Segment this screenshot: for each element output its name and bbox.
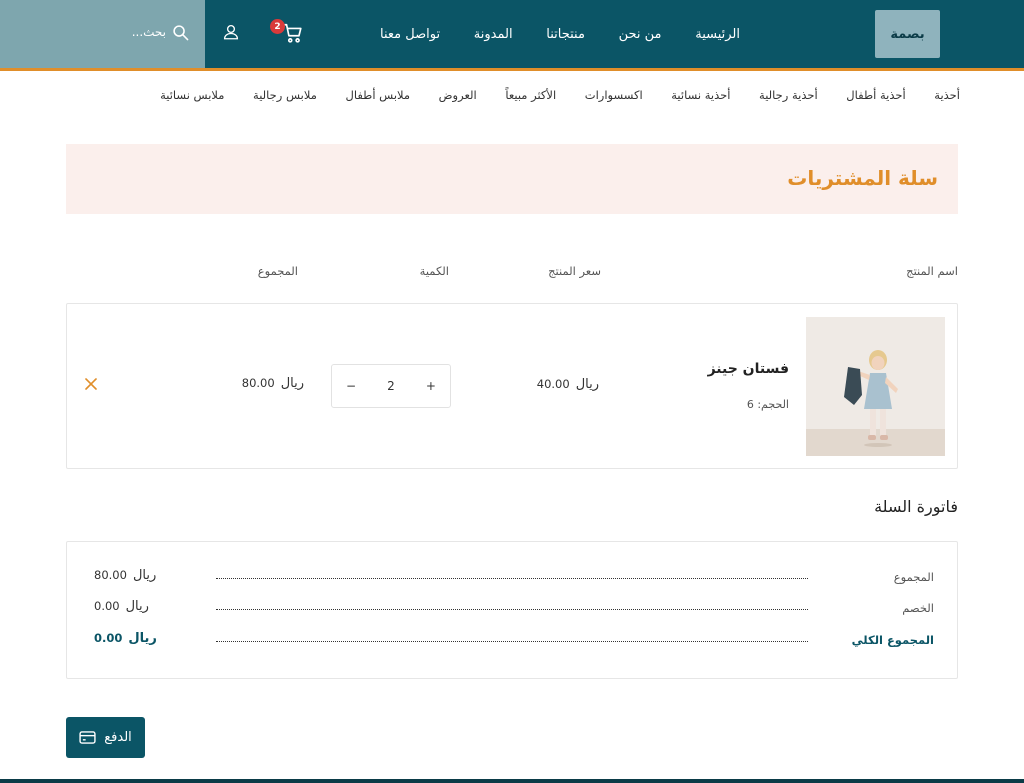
credit-card-icon (79, 731, 96, 744)
logo-button[interactable]: بصمة (875, 10, 940, 58)
dotted-divider (216, 641, 808, 642)
category-men-clothes[interactable]: ملابس رجالية (253, 88, 317, 108)
pay-button[interactable]: الدفع (66, 717, 145, 758)
invoice-value: ريال 0.00 (94, 599, 149, 614)
header-product-name: اسم المنتج (906, 264, 958, 278)
user-icon[interactable] (222, 23, 240, 41)
nav-home[interactable]: الرئيسية (695, 27, 740, 42)
header-product-price: سعر المنتج (548, 264, 601, 278)
invoice-value: ريال 80.00 (94, 568, 156, 583)
header-accent-stripe (0, 68, 1024, 71)
category-kids-clothes[interactable]: ملابس أطفال (345, 88, 410, 108)
dotted-divider (216, 578, 808, 579)
category-shoes[interactable]: أحذية (934, 88, 960, 108)
nav-blog[interactable]: المدونة (474, 27, 513, 42)
footer-edge (0, 779, 1024, 783)
invoice-value: ريال 0.00 (94, 631, 157, 646)
amount: 80.00 (94, 568, 127, 582)
header-total: المجموع (257, 264, 298, 278)
invoice-row-subtotal: المجموع ريال 80.00 (90, 568, 934, 588)
currency-label: ريال (132, 568, 157, 583)
page-title: سلة المشتريات (787, 166, 938, 190)
main-nav: الرئيسية من نحن منتجاتنا المدونة تواصل م… (380, 0, 740, 68)
quantity-value[interactable]: 2 (387, 379, 395, 393)
header-quantity: الكمية (419, 264, 449, 278)
category-men-shoes[interactable]: أحذية رجالية (759, 88, 818, 108)
nav-contact[interactable]: تواصل معنا (380, 27, 440, 42)
increase-button[interactable]: + (426, 379, 436, 393)
nav-products[interactable]: منتجاتنا (546, 27, 585, 42)
currency-label: ريال (125, 599, 149, 614)
currency-label: ريال (280, 376, 304, 391)
invoice-row-grand-total: المجموع الكلي ريال 0.00 (90, 631, 934, 651)
category-best-sellers[interactable]: الأكثر مبيعاً (505, 88, 556, 108)
decrease-button[interactable]: − (346, 379, 356, 393)
category-women-clothes[interactable]: ملابس نسائية (160, 88, 224, 108)
cart-count-badge: 2 (270, 19, 285, 34)
invoice-label: المجموع الكلي (851, 633, 934, 647)
pay-button-label: الدفع (104, 730, 132, 745)
category-women-shoes[interactable]: أحذية نسائية (671, 88, 730, 108)
category-kids-shoes[interactable]: أحذية أطفال (846, 88, 905, 108)
search-input[interactable]: بحث... (110, 25, 166, 39)
close-icon[interactable] (84, 377, 98, 391)
product-price: ريال 40.00 (537, 377, 599, 392)
invoice-title: فاتورة السلة (874, 497, 958, 516)
total-value: 80.00 (241, 376, 275, 390)
nav-about[interactable]: من نحن (619, 27, 662, 42)
invoice-row-discount: الخصم ريال 0.00 (90, 599, 934, 619)
quantity-stepper: − 2 + (331, 364, 451, 408)
product-image[interactable] (806, 317, 945, 456)
product-name[interactable]: فستان جينز (708, 361, 789, 377)
category-offers[interactable]: العروض (439, 88, 477, 108)
search-icon[interactable] (172, 24, 189, 41)
dotted-divider (216, 609, 808, 610)
product-size: الحجم: 6 (746, 398, 789, 411)
price-value: 40.00 (536, 377, 570, 391)
amount: 0.00 (94, 631, 123, 645)
cart-icon[interactable] (282, 22, 304, 44)
category-nav: أحذية أحذية أطفال أحذية رجالية أحذية نسا… (160, 88, 960, 108)
currency-label: ريال (128, 631, 157, 646)
category-accessories[interactable]: اكسسوارات (585, 88, 643, 108)
invoice-label: المجموع (893, 570, 934, 584)
currency-label: ريال (575, 377, 599, 392)
item-total: ريال 80.00 (242, 376, 304, 391)
invoice-label: الخصم (902, 601, 934, 615)
amount: 0.00 (94, 599, 120, 613)
